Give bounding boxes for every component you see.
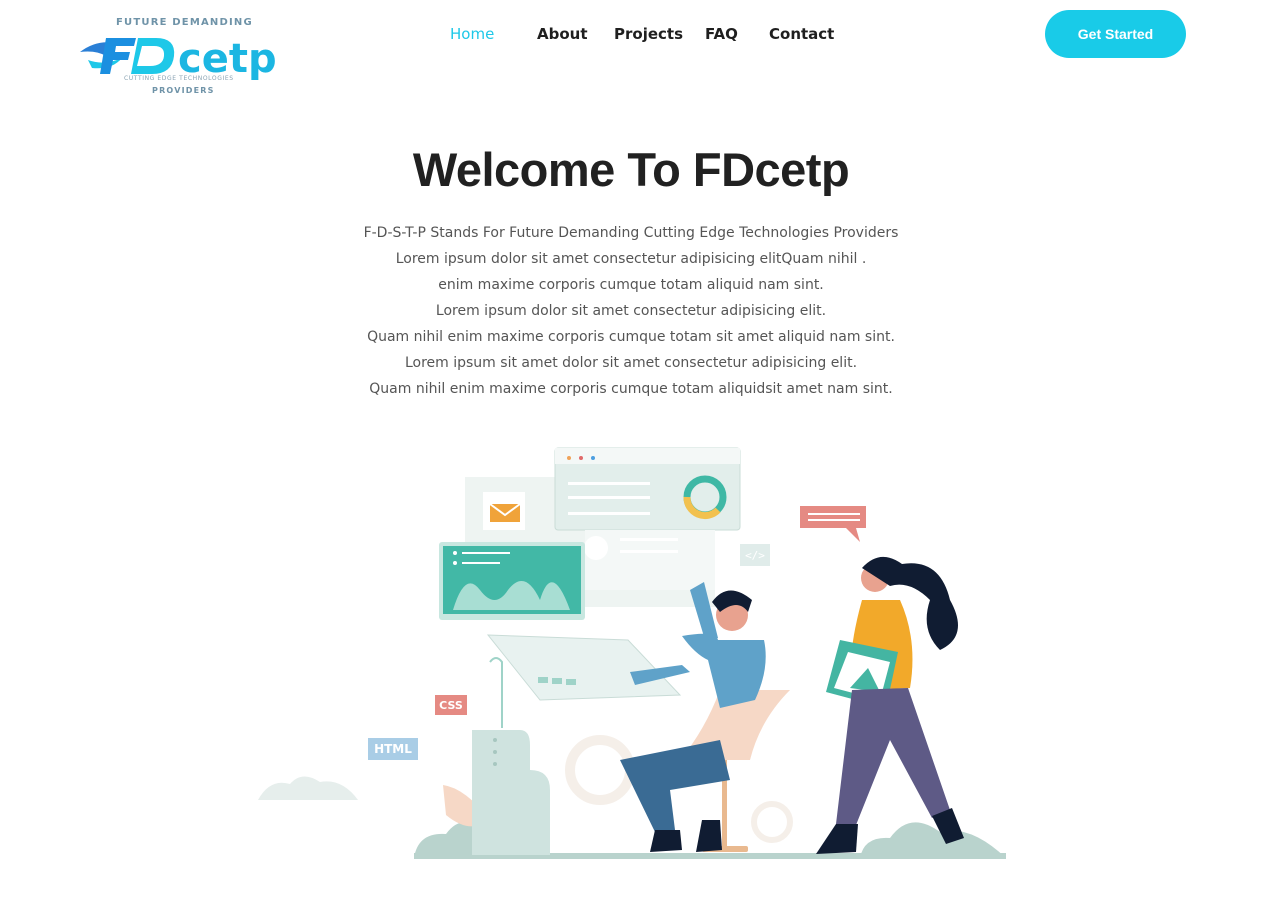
man-torso	[682, 633, 766, 708]
gear-icon	[565, 735, 635, 805]
hero-line: Lorem ipsum sit amet dolor sit amet cons…	[404, 355, 858, 371]
nav-contact[interactable]: Contact	[769, 25, 834, 43]
profile-line	[620, 550, 678, 553]
speech-bubble	[800, 506, 866, 542]
hero-line: enim maxime corporis cumque totam aliqui…	[438, 277, 824, 293]
nav-about[interactable]: About	[537, 25, 588, 43]
browser-line	[568, 496, 650, 499]
profile-line	[620, 538, 678, 541]
site-header: FUTURE DEMANDING cetp CUTTING EDGE TECHN…	[0, 0, 1262, 100]
browser-titlebar	[555, 448, 740, 464]
desk-surface	[486, 634, 682, 701]
woman-legs	[836, 688, 950, 825]
code-tag-text: </>	[745, 549, 765, 562]
chart-dot	[453, 561, 457, 565]
nav-faq[interactable]: FAQ	[705, 25, 738, 43]
profile-avatar	[584, 536, 608, 560]
hero-line: Lorem ipsum dolor sit amet consectetur a…	[395, 251, 867, 267]
browser-dot	[567, 456, 571, 460]
hero-title: Welcome To FDcetp	[412, 143, 850, 196]
chart-legend-line	[462, 562, 500, 564]
css-tag-text: CSS	[439, 699, 463, 712]
desk-key	[552, 678, 562, 684]
desk-key	[566, 679, 576, 685]
man-shoe	[696, 820, 722, 852]
logo-bottom-text: PROVIDERS	[152, 86, 215, 95]
bush-right	[860, 822, 1006, 858]
browser-line	[568, 482, 650, 485]
hero-line: Lorem ipsum dolor sit amet consectetur a…	[435, 303, 827, 319]
bubble-line	[808, 513, 860, 515]
gear-icon	[751, 801, 793, 843]
get-started-button[interactable]: Get Started	[1045, 10, 1186, 58]
hero-line: Quam nihil enim maxime corporis cumque t…	[369, 381, 893, 397]
hero-description: F-D-S-T-P Stands For Future Demanding Cu…	[231, 220, 1031, 402]
man-legs	[620, 740, 730, 832]
hero-line: F-D-S-T-P Stands For Future Demanding Cu…	[363, 225, 899, 241]
nav-home[interactable]: Home	[450, 25, 494, 43]
bubble-line	[808, 519, 860, 521]
html-tag-text: HTML	[374, 742, 412, 756]
cloud-shape	[258, 776, 358, 800]
chart-legend-line	[462, 552, 510, 554]
woman-shoe	[816, 824, 858, 854]
hero-line: Quam nihil enim maxime corporis cumque t…	[367, 329, 895, 345]
browser-dot	[591, 456, 595, 460]
chart-dot	[453, 551, 457, 555]
logo-sub-text: CUTTING EDGE TECHNOLOGIES	[124, 75, 234, 82]
man-shoe	[650, 830, 682, 852]
desk-cable	[489, 657, 503, 728]
hero-illustration: </> CSS HTML	[258, 447, 1006, 859]
browser-line	[568, 512, 650, 515]
browser-dot	[579, 456, 583, 460]
desk-stand	[472, 730, 550, 855]
desk-key	[538, 677, 548, 683]
nav-projects[interactable]: Projects	[614, 25, 683, 43]
